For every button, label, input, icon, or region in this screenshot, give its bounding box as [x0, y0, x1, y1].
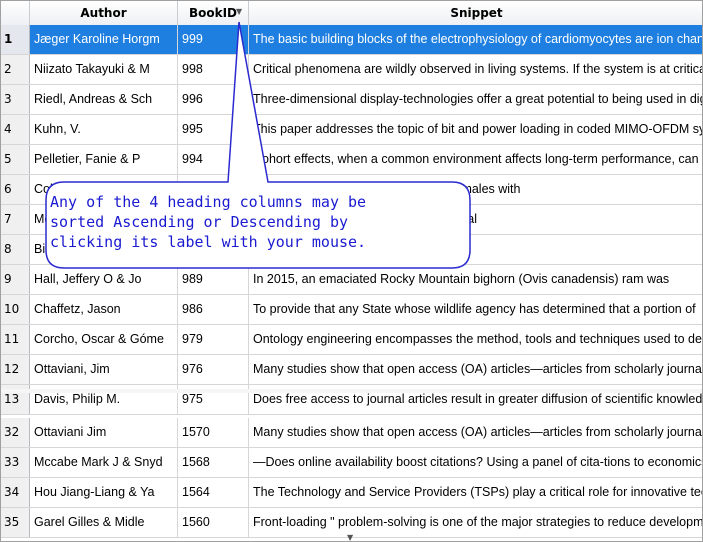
cell-bookid[interactable]: 993	[178, 175, 249, 204]
cell-snippet[interactable]: Front-loading " problem-solving is one o…	[249, 508, 702, 537]
row-gap-divider	[1, 389, 702, 393]
table-row[interactable]: 12 Ottaviani, Jim 976 Many studies show tha…	[1, 355, 702, 385]
table-row[interactable]: 8 Billingham, Andrew 991 Samples from 44 de…	[1, 235, 702, 265]
table-row[interactable]: 2 Niizato Takayuki & M 998 Critical phenome…	[1, 55, 702, 85]
row-number[interactable]: 34	[1, 478, 30, 507]
row-number[interactable]: 6	[1, 175, 30, 204]
table-row[interactable]: 4 Kuhn, V. 995 This paper addresses the top…	[1, 115, 702, 145]
column-header-author[interactable]: Author	[30, 1, 178, 25]
column-header-bookid[interactable]: BookID ▼	[178, 1, 249, 25]
cell-author[interactable]: Hou Jiang-Liang & Ya	[30, 478, 178, 507]
cell-bookid[interactable]: 998	[178, 55, 249, 84]
row-number[interactable]: 10	[1, 295, 30, 324]
row-number[interactable]: 33	[1, 448, 30, 477]
row-number[interactable]: 12	[1, 355, 30, 384]
cell-bookid[interactable]: 991	[178, 235, 249, 264]
table-row[interactable]: 9 Hall, Jeffery O & Jo 989 In 2015, an emac…	[1, 265, 702, 295]
table-row[interactable]: 11 Corcho, Oscar & Góme 979 Ontology engine…	[1, 325, 702, 355]
column-header-snippet[interactable]: Snippet	[249, 1, 702, 25]
row-number[interactable]: 11	[1, 325, 30, 354]
table-row[interactable]: 1 Jæger Karoline Horgm 999 The basic buildi…	[1, 25, 702, 55]
table-row[interactable]: 6 Coltman, David W. 993 Selective harvestin…	[1, 175, 702, 205]
cell-author[interactable]: Mccabe Mark J & Snyd	[30, 448, 178, 477]
row-number[interactable]: 8	[1, 235, 30, 264]
cell-bookid[interactable]: 992	[178, 205, 249, 234]
cell-bookid[interactable]: 1560	[178, 508, 249, 537]
table-row[interactable]: 3 Riedl, Andreas & Sch 996 Three-dimensiona…	[1, 85, 702, 115]
cell-author[interactable]: Corcho, Oscar & Góme	[30, 325, 178, 354]
cell-snippet[interactable]: Animals respond similarly to one's socia…	[249, 205, 702, 234]
grid-header: Author BookID ▼ Snippet	[1, 1, 702, 26]
cell-author[interactable]: Chaffetz, Jason	[30, 295, 178, 324]
column-header-bookid-label: BookID	[188, 6, 238, 20]
cell-author[interactable]: Kuhn, V.	[30, 115, 178, 144]
sort-descending-icon: ▼	[236, 7, 243, 16]
row-number[interactable]: 1	[1, 25, 30, 54]
scroll-down-icon[interactable]: ▼	[347, 533, 353, 541]
table-row[interactable]: 33 Mccabe Mark J & Snyd 1568 —Does online a…	[1, 448, 702, 478]
table-row[interactable]: 10 Chaffetz, Jason 986 To provide that any …	[1, 295, 702, 325]
row-number[interactable]: 7	[1, 205, 30, 234]
cell-author[interactable]: Hall, Jeffery O & Jo	[30, 265, 178, 294]
row-number[interactable]: 3	[1, 85, 30, 114]
row-number[interactable]: 35	[1, 508, 30, 537]
cell-bookid[interactable]: 995	[178, 115, 249, 144]
table-row[interactable]: 34 Hou Jiang-Liang & Ya 1564 The Technology…	[1, 478, 702, 508]
table-row[interactable]: 32 Ottaviani Jim 1570 Many studies show tha…	[1, 418, 702, 448]
cell-bookid[interactable]: 1568	[178, 448, 249, 477]
cell-snippet[interactable]: Samples from 44 desert bighorn sheep	[249, 235, 702, 264]
table-row[interactable]: 7 Moorcroft, Paul 992 Animals respond simil…	[1, 205, 702, 235]
cell-snippet[interactable]: Many studies show that open access (OA) …	[249, 355, 702, 384]
row-number[interactable]: 32	[1, 418, 30, 447]
row-number[interactable]: 2	[1, 55, 30, 84]
cell-author[interactable]: Jæger Karoline Horgm	[30, 25, 178, 54]
cell-author[interactable]: Riedl, Andreas & Sch	[30, 85, 178, 114]
row-number[interactable]: 4	[1, 115, 30, 144]
cell-snippet[interactable]: This paper addresses the topic of bit an…	[249, 115, 702, 144]
cell-author[interactable]: Garel Gilles & Midle	[30, 508, 178, 537]
cell-snippet[interactable]: Critical phenomena are wildly observed i…	[249, 55, 702, 84]
cell-snippet[interactable]: To provide that any State whose wildlife…	[249, 295, 702, 324]
cell-snippet[interactable]: Cohort effects, when a common environmen…	[249, 145, 702, 174]
cell-bookid[interactable]: 994	[178, 145, 249, 174]
cell-bookid[interactable]: 976	[178, 355, 249, 384]
cell-author[interactable]: Ottaviani Jim	[30, 418, 178, 447]
cell-bookid[interactable]: 996	[178, 85, 249, 114]
cell-bookid[interactable]: 999	[178, 25, 249, 54]
cell-snippet[interactable]: In 2015, an emaciated Rocky Mountain big…	[249, 265, 702, 294]
cell-author[interactable]: Ottaviani, Jim	[30, 355, 178, 384]
cell-bookid[interactable]: 1564	[178, 478, 249, 507]
cell-snippet[interactable]: Ontology engineering encompasses the met…	[249, 325, 702, 354]
cell-snippet[interactable]: Selective harvesting (e.g., harvesting m…	[249, 175, 702, 204]
cell-bookid[interactable]: 1570	[178, 418, 249, 447]
table-row[interactable]: 5 Pelletier, Fanie & P 994 Cohort effects, …	[1, 145, 702, 175]
cell-snippet[interactable]: —Does online availability boost citation…	[249, 448, 702, 477]
cell-author[interactable]: Coltman, David W.	[30, 175, 178, 204]
cell-snippet[interactable]: The basic building blocks of the electro…	[249, 25, 702, 54]
cell-author[interactable]: Moorcroft, Paul	[30, 205, 178, 234]
cell-snippet[interactable]: Three-dimensional display-technologies o…	[249, 85, 702, 114]
cell-bookid[interactable]: 986	[178, 295, 249, 324]
cell-snippet[interactable]: The Technology and Service Providers (TS…	[249, 478, 702, 507]
row-number[interactable]: 5	[1, 145, 30, 174]
data-grid: Author BookID ▼ Snippet 1 Jæger Karoline …	[0, 0, 703, 542]
cell-author[interactable]: Billingham, Andrew	[30, 235, 178, 264]
cell-author[interactable]: Niizato Takayuki & M	[30, 55, 178, 84]
cell-bookid[interactable]: 989	[178, 265, 249, 294]
cell-author[interactable]: Pelletier, Fanie & P	[30, 145, 178, 174]
row-number-header[interactable]	[1, 1, 30, 25]
cell-bookid[interactable]: 979	[178, 325, 249, 354]
row-number[interactable]: 9	[1, 265, 30, 294]
cell-snippet[interactable]: Many studies show that open access (OA) …	[249, 418, 702, 447]
